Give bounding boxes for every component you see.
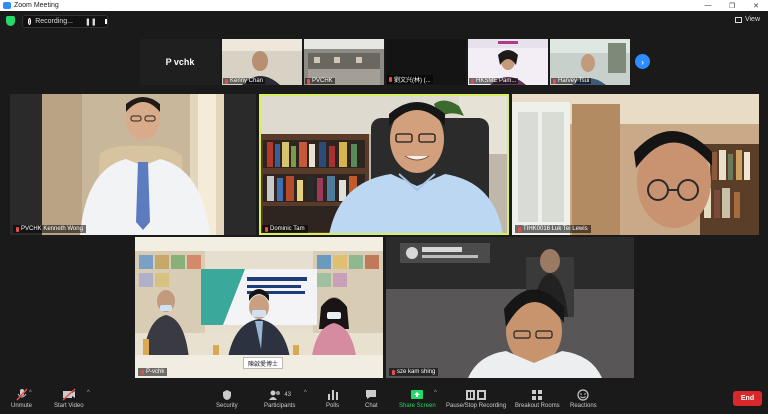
- participants-label: Participants: [264, 403, 296, 409]
- muted-mic-icon: [307, 78, 310, 84]
- muted-mic-icon: [392, 369, 395, 375]
- chat-label: Chat: [365, 403, 378, 409]
- reactions-label: Reactions: [570, 403, 597, 409]
- start-video-label: Start Video: [54, 403, 84, 409]
- polls-button[interactable]: Polls: [326, 388, 339, 409]
- participant-video: [259, 94, 509, 235]
- muted-mic-icon: [141, 369, 144, 375]
- minimize-button[interactable]: —: [696, 2, 720, 9]
- thumbnail-kenny-chan[interactable]: Kenny Chan: [222, 39, 302, 85]
- video-tile-luk-tei-lewis[interactable]: TIHK0016 Luk Tei Lewis: [512, 94, 759, 235]
- participants-count: 43: [284, 391, 292, 398]
- unmute-label: Unmute: [11, 403, 33, 409]
- muted-mic-icon: [225, 78, 228, 84]
- share-screen-icon: [410, 388, 424, 401]
- meeting-toolbar: Unmute ^ Start Video ^ Security 43 Parti…: [0, 385, 768, 414]
- participant-video: [386, 237, 634, 378]
- end-meeting-button[interactable]: End: [733, 391, 762, 406]
- participant-name-tag: PVCHK: [305, 78, 335, 84]
- participants-button[interactable]: 43 Participants: [264, 388, 295, 409]
- share-options-caret[interactable]: ^: [434, 390, 437, 396]
- share-screen-label: Share Screen: [399, 403, 436, 409]
- grid-view-icon: [734, 16, 742, 23]
- thumbnail-display-name: P vchk: [165, 57, 195, 67]
- close-button[interactable]: ✕: [744, 2, 768, 10]
- participant-name-tag: Kenny Chan: [223, 78, 266, 84]
- participant-name-tag: Harvey Tsui: [551, 78, 592, 84]
- mic-muted-icon: [15, 388, 28, 401]
- view-button[interactable]: View: [734, 16, 760, 23]
- thumbnail-chinese-name[interactable]: 劉文兴(林) (...: [386, 39, 466, 85]
- breakout-rooms-label: Breakout Rooms: [515, 403, 560, 409]
- video-tile-sze-kam-shing[interactable]: sze kam shing: [386, 237, 634, 378]
- video-tile-p-vchk[interactable]: 陳啟愛博士 P-vchk: [135, 237, 383, 378]
- next-page-arrow-icon[interactable]: ›: [635, 54, 650, 69]
- pause-stop-recording-button[interactable]: Pause/Stop Recording: [446, 388, 506, 409]
- video-tile-kenneth-wong[interactable]: PVCHK Kenneth Wong: [10, 94, 256, 235]
- zoom-logo-icon: [3, 2, 11, 9]
- window-title: Zoom Meeting: [14, 2, 59, 9]
- breakout-rooms-button[interactable]: Breakout Rooms: [515, 388, 560, 409]
- pause-recording-icon[interactable]: ❚❚: [85, 18, 97, 26]
- thumbnail-pvchk-name-only[interactable]: P vchk: [140, 39, 220, 85]
- thumbnail-hksme[interactable]: HKSME Pam...: [468, 39, 548, 85]
- muted-mic-icon: [518, 226, 521, 232]
- reactions-button[interactable]: Reactions: [570, 388, 597, 409]
- title-bar: Zoom Meeting — ❐ ✕: [0, 0, 768, 11]
- participant-video: [512, 94, 759, 235]
- shield-icon: [222, 388, 232, 401]
- recording-label: Recording...: [35, 18, 73, 25]
- maximize-button[interactable]: ❐: [720, 2, 744, 10]
- chat-bubble-icon: [365, 388, 377, 401]
- share-screen-button[interactable]: Share Screen: [399, 388, 436, 409]
- participant-name-tag: PVCHK Kenneth Wong: [13, 225, 86, 233]
- polls-label: Polls: [326, 403, 340, 409]
- audio-options-caret[interactable]: ^: [29, 390, 32, 396]
- reactions-smiley-icon: [577, 388, 589, 401]
- meeting-top-strip: Recording... ❚❚ View: [0, 11, 768, 31]
- participant-video: [10, 94, 256, 235]
- muted-mic-icon: [471, 78, 474, 84]
- muted-mic-icon: [16, 226, 19, 232]
- stop-recording-icon[interactable]: [104, 19, 107, 24]
- name-placard: 陳啟愛博士: [243, 357, 283, 369]
- participant-name-tag: TIHK0016 Luk Tei Lewis: [515, 225, 591, 233]
- pause-stop-recording-icon: [465, 388, 487, 401]
- chat-button[interactable]: Chat: [365, 388, 378, 409]
- security-shield-icon[interactable]: [6, 16, 15, 26]
- muted-mic-icon: [265, 226, 268, 232]
- video-off-icon: [62, 388, 76, 401]
- thumbnail-harvey-tsui[interactable]: Harvey Tsui: [550, 39, 630, 85]
- recording-dot-icon: [28, 18, 32, 25]
- participants-icon: 43: [268, 388, 291, 401]
- breakout-rooms-icon: [531, 388, 543, 401]
- start-video-button[interactable]: Start Video: [54, 388, 84, 409]
- recording-indicator: Recording... ❚❚: [22, 15, 108, 28]
- participant-name-tag: HKSME Pam...: [469, 78, 519, 84]
- security-button[interactable]: Security: [216, 388, 238, 409]
- video-tile-dominic-tam-active-speaker[interactable]: Dominic Tam: [259, 94, 509, 235]
- participant-name-tag: 劉文兴(林) (...: [387, 75, 433, 84]
- thumbnail-pvchk-room[interactable]: PVCHK: [304, 39, 384, 85]
- muted-mic-icon: [389, 77, 392, 82]
- polls-icon: [327, 388, 339, 401]
- participant-name-tag: P-vchk: [138, 368, 168, 376]
- participant-name-tag: Dominic Tam: [262, 225, 308, 233]
- video-options-caret[interactable]: ^: [87, 390, 90, 396]
- participants-options-caret[interactable]: ^: [304, 390, 307, 396]
- view-label: View: [744, 16, 760, 23]
- pause-stop-recording-label: Pause/Stop Recording: [446, 403, 507, 409]
- participant-name-tag: sze kam shing: [389, 368, 439, 376]
- security-label: Security: [216, 403, 238, 409]
- muted-mic-icon: [553, 78, 556, 84]
